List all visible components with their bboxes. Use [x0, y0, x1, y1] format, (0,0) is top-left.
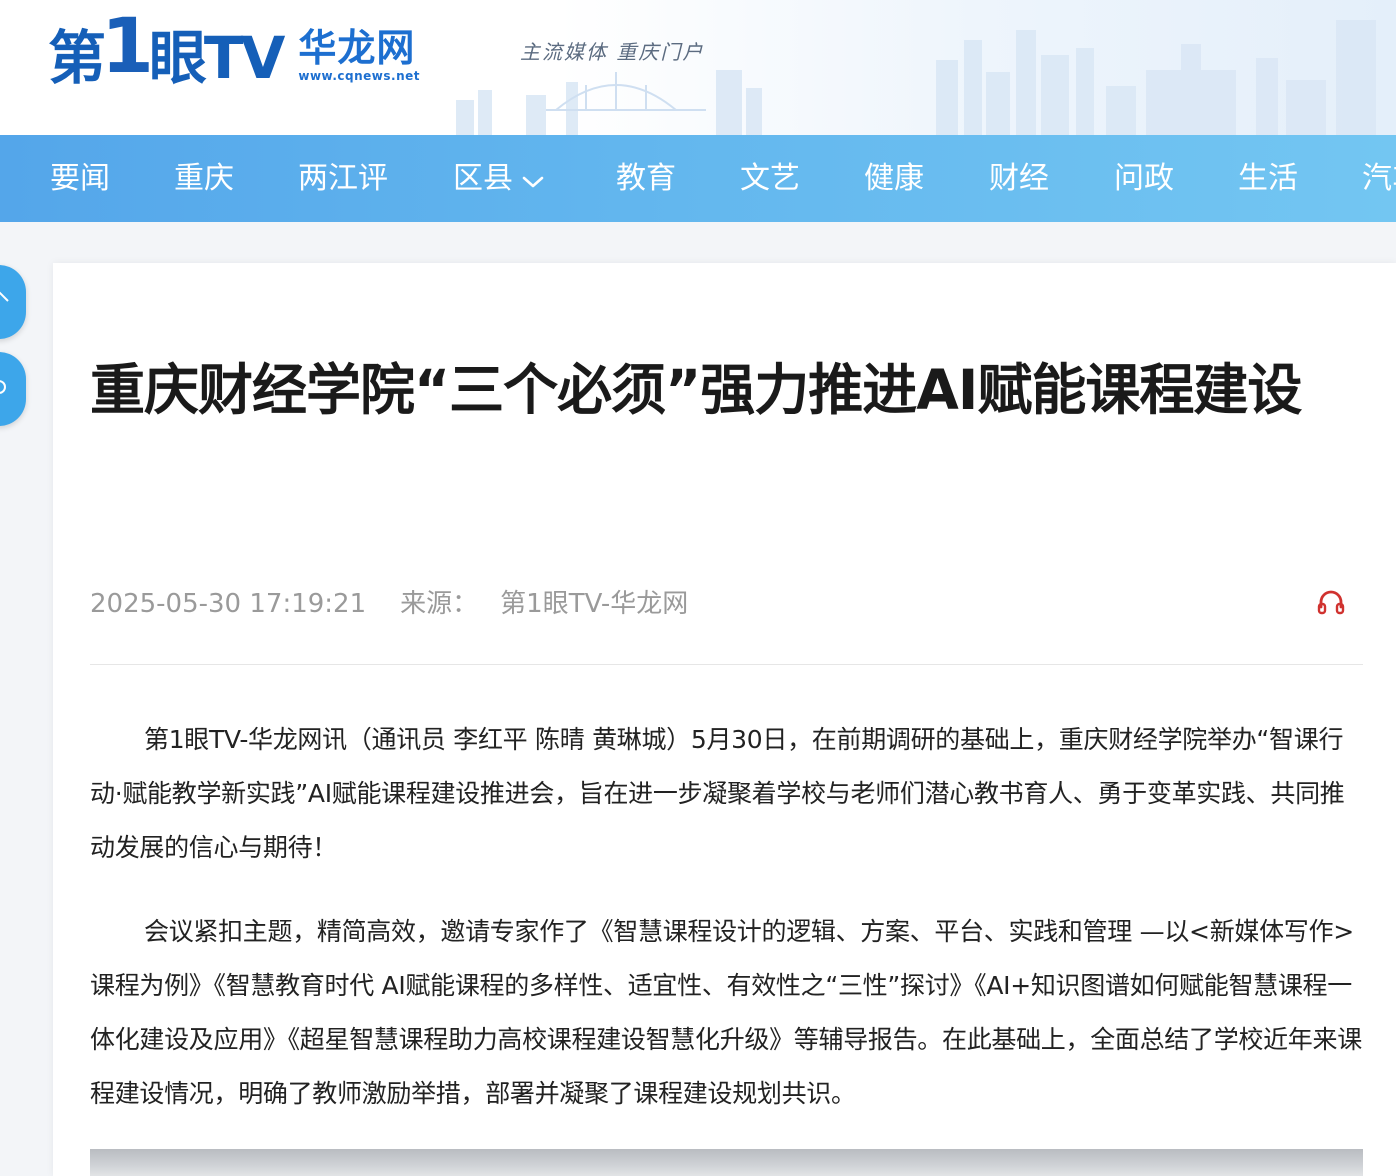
logo-url: www.cqnews.net	[298, 69, 420, 83]
nav-item-jiankang[interactable]: 健康	[864, 161, 924, 197]
site-slogan: 主流媒体 重庆门户	[520, 40, 705, 64]
meta-divider	[90, 664, 1363, 665]
nav-item-quxian-label: 区县	[453, 161, 513, 196]
nav-item-chongqing[interactable]: 重庆	[174, 161, 234, 197]
nav-item-quxian[interactable]: 区县	[453, 161, 545, 198]
logo-first-eye-tv: 第1眼TV	[48, 1, 285, 92]
article-paragraph-2: 会议紧扣主题，精简高效，邀请专家作了《智慧课程设计的逻辑、方案、平台、实践和管理…	[90, 917, 1362, 1108]
source-label: 来源：	[400, 589, 479, 619]
article-image	[90, 1149, 1363, 1176]
site-header: 第1眼TV 华龙网 www.cqnews.net 主流媒体 重庆门户	[0, 0, 1396, 135]
article-meta: 2025-05-30 17:19:21 来源： 第1眼TV-华龙网	[90, 585, 722, 623]
nav-item-yaowen[interactable]: 要闻	[50, 161, 110, 197]
logo-hualong-text: 华龙网	[298, 26, 416, 70]
publish-date: 2025-05-30 17:19:21	[90, 589, 367, 619]
listen-headphone-icon[interactable]	[1316, 589, 1346, 619]
city-skyline-decoration	[456, 20, 1376, 135]
side-home-button[interactable]	[0, 265, 26, 339]
home-icon	[0, 291, 9, 302]
source-name: 第1眼TV-华龙网	[500, 589, 689, 619]
main-nav: 要闻 重庆 两江评 区县 教育 文艺 健康 财经 问政 生活 汽车	[0, 135, 1396, 222]
nav-item-wenyi[interactable]: 文艺	[740, 161, 800, 197]
nav-item-qiche[interactable]: 汽车	[1362, 161, 1396, 197]
nav-item-wenzheng[interactable]: 问政	[1114, 161, 1174, 197]
nav-item-liangjiangping[interactable]: 两江评	[298, 161, 388, 197]
search-icon	[0, 380, 6, 394]
site-logo[interactable]: 第1眼TV 华龙网 www.cqnews.net	[48, 0, 420, 90]
nav-item-jiaoyu[interactable]: 教育	[616, 161, 676, 197]
nav-item-shenghuo[interactable]: 生活	[1238, 161, 1298, 197]
chevron-down-icon	[521, 162, 545, 198]
article-paragraph-1: 第1眼TV-华龙网讯（通讯员 李红平 陈晴 黄琳城）5月30日，在前期调研的基础…	[90, 725, 1345, 862]
side-search-button[interactable]	[0, 352, 26, 426]
logo-hualong: 华龙网 www.cqnews.net	[298, 29, 420, 83]
article-title: 重庆财经学院“三个必须”强力推进AI赋能课程建设	[90, 358, 1302, 422]
nav-item-caijing[interactable]: 财经	[989, 161, 1049, 197]
